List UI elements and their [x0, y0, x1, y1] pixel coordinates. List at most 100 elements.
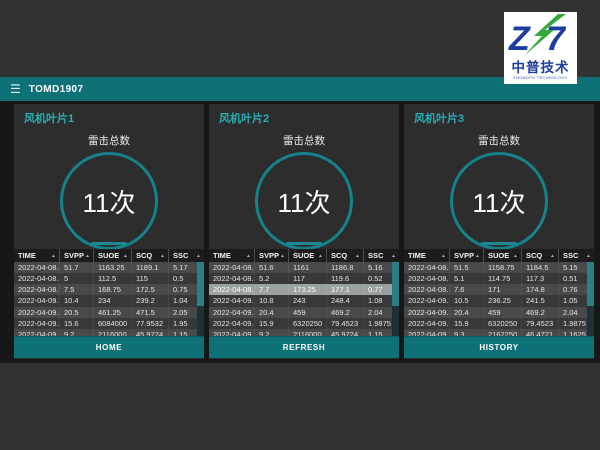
table-cell: 6320250 — [484, 318, 522, 329]
table-row[interactable]: 2022-04-09...15.9632025079.45231.9875 — [404, 318, 587, 329]
table-cell: 10.4 — [60, 295, 94, 306]
table-cell: 10.5 — [450, 295, 484, 306]
table-scrollbar[interactable] — [197, 262, 204, 340]
sort-icon[interactable]: ▲ — [586, 253, 591, 258]
data-table: TIME▲SVPP▲SUOE▲SCQ▲SSC▲ 2022-04-08...51.… — [14, 249, 204, 340]
column-header[interactable]: TIME▲ — [14, 249, 60, 262]
table-row[interactable]: 2022-04-08...5.1114.75117.30.51 — [404, 273, 587, 284]
table-cell: 172.5 — [132, 284, 169, 295]
sort-icon[interactable]: ▲ — [51, 253, 56, 258]
sort-icon[interactable]: ▲ — [355, 253, 360, 258]
table-row[interactable]: 2022-04-08...7.6171174.80.76 — [404, 284, 587, 295]
table-row[interactable]: 2022-04-09...10.5236.25241.51.05 — [404, 295, 587, 306]
sort-icon[interactable]: ▲ — [318, 253, 323, 258]
column-header-label: SVPP — [64, 251, 84, 260]
sort-icon[interactable]: ▲ — [123, 253, 128, 258]
table-cell: 1186.8 — [327, 262, 364, 273]
table-cell: 77.9532 — [132, 318, 169, 329]
gauge-value: 11次 — [83, 183, 136, 220]
scrollbar-thumb[interactable] — [197, 262, 204, 306]
sort-icon[interactable]: ▲ — [475, 253, 480, 258]
column-header[interactable]: SUOE ▲ — [484, 249, 522, 262]
table-cell: 1.05 — [559, 295, 587, 306]
column-header[interactable]: TIME▲ — [209, 249, 255, 262]
table-row[interactable]: 2022-04-08...5112.51150.5 — [14, 273, 197, 284]
table-row[interactable]: 2022-04-08...51.71163.251189.15.17 — [14, 262, 197, 273]
column-header[interactable]: SCQ▲ — [132, 249, 169, 262]
column-header-label: SUOE — [488, 251, 509, 260]
table-cell: 2022-04-08... — [14, 284, 60, 295]
table-cell: 1161 — [289, 262, 327, 273]
table-scrollbar[interactable] — [392, 262, 399, 340]
table-row[interactable]: 2022-04-09...10.4234239.21.04 — [14, 295, 197, 306]
panel-action-button[interactable]: REFRESH — [209, 336, 399, 358]
table-cell: 7.7 — [255, 284, 289, 295]
panel-action-button[interactable]: HISTORY — [404, 336, 594, 358]
sort-icon[interactable]: ▲ — [85, 253, 90, 258]
table-body: 2022-04-08...51.51158.751184.55.152022-0… — [404, 262, 594, 340]
blade-panel: 风机叶片3 雷击总数 11次 TIME▲SVPP▲SUOE▲SCQ▲SSC▲ 2… — [404, 104, 594, 359]
table-row[interactable]: 2022-04-09...20.4459469.22.04 — [209, 307, 392, 318]
svg-text:Z: Z — [508, 20, 531, 56]
panel-title: 风机叶片2 — [209, 104, 399, 126]
scrollbar-thumb[interactable] — [587, 262, 594, 306]
blade-panel: 风机叶片1 雷击总数 11次 TIME▲SVPP▲SUOE▲SCQ▲SSC▲ 2… — [14, 104, 204, 359]
column-header[interactable]: TIME▲ — [404, 249, 450, 262]
table-header-row: TIME▲SVPP▲SUOE▲SCQ▲SSC▲ — [404, 249, 594, 262]
table-row[interactable]: 2022-04-08...5.2117119.60.52 — [209, 273, 392, 284]
hamburger-menu-icon[interactable]: ☰ — [10, 83, 21, 95]
sort-icon[interactable]: ▲ — [391, 253, 396, 258]
table-scrollbar[interactable] — [587, 262, 594, 340]
sort-icon[interactable]: ▲ — [550, 253, 555, 258]
table-cell: 459 — [484, 307, 522, 318]
sort-icon[interactable]: ▲ — [246, 253, 251, 258]
table-cell: 79.4523 — [327, 318, 364, 329]
sort-icon[interactable]: ▲ — [513, 253, 518, 258]
table-cell: 173.25 — [289, 284, 327, 295]
column-header[interactable]: SVPP▲ — [450, 249, 484, 262]
sort-icon[interactable]: ▲ — [160, 253, 165, 258]
table-cell: 2022-04-08... — [209, 284, 255, 295]
table-cell: 5.16 — [364, 262, 392, 273]
device-title: TOMD1907 — [29, 84, 84, 95]
table-row[interactable]: 2022-04-08...7.5168.75172.50.75 — [14, 284, 197, 295]
lightning-count-gauge: 11次 — [450, 152, 548, 250]
logo-name-cn: 中普技术 — [504, 61, 577, 75]
table-row[interactable]: 2022-04-08...51.51158.751184.55.15 — [404, 262, 587, 273]
table-cell: 2022-04-08... — [209, 273, 255, 284]
table-row[interactable]: 2022-04-09...15.6608400077.95321.95 — [14, 318, 197, 329]
table-row[interactable]: 2022-04-09...15.9632025079.45231.9875 — [209, 318, 392, 329]
table-body: 2022-04-08...51.71163.251189.15.172022-0… — [14, 262, 204, 340]
sort-icon[interactable]: ▲ — [280, 253, 285, 258]
table-row[interactable]: 2022-04-09...10.8243248.41.08 — [209, 295, 392, 306]
table-cell: 2022-04-08... — [404, 262, 450, 273]
column-header[interactable]: SCQ▲ — [327, 249, 364, 262]
table-cell: 234 — [94, 295, 132, 306]
table-cell: 236.25 — [484, 295, 522, 306]
column-header[interactable]: SCQ▲ — [522, 249, 559, 262]
table-row[interactable]: 2022-04-09...20.5461.25471.52.05 — [14, 307, 197, 318]
scrollbar-thumb[interactable] — [392, 262, 399, 306]
table-cell: 114.75 — [484, 273, 522, 284]
table-row[interactable]: 2022-04-08...51.611611186.85.16 — [209, 262, 392, 273]
data-table: TIME▲SVPP▲SUOE▲SCQ▲SSC▲ 2022-04-08...51.… — [209, 249, 399, 340]
column-header[interactable]: SVPP▲ — [255, 249, 289, 262]
table-cell: 168.75 — [94, 284, 132, 295]
panel-action-button[interactable]: HOME — [14, 336, 204, 358]
sort-icon[interactable]: ▲ — [196, 253, 201, 258]
table-cell: 2022-04-09... — [209, 295, 255, 306]
data-table: TIME▲SVPP▲SUOE▲SCQ▲SSC▲ 2022-04-08...51.… — [404, 249, 594, 340]
column-header[interactable]: SUOE▲ — [94, 249, 132, 262]
table-cell: 2022-04-09... — [404, 295, 450, 306]
lightning-count-gauge: 11次 — [255, 152, 353, 250]
table-row[interactable]: 2022-04-09...20.4459469.22.04 — [404, 307, 587, 318]
column-header[interactable]: SSC▲ — [364, 249, 399, 262]
column-header[interactable]: SUOE▲ — [289, 249, 327, 262]
column-header[interactable]: SSC▲ — [169, 249, 204, 262]
sort-icon[interactable]: ▲ — [441, 253, 446, 258]
table-cell: 2022-04-08... — [209, 262, 255, 273]
column-header[interactable]: SSC▲ — [559, 249, 594, 262]
column-header[interactable]: SVPP▲ — [60, 249, 94, 262]
table-row[interactable]: 2022-04-08...7.7173.25177.10.77 — [209, 284, 392, 295]
table-cell: 51.5 — [450, 262, 484, 273]
